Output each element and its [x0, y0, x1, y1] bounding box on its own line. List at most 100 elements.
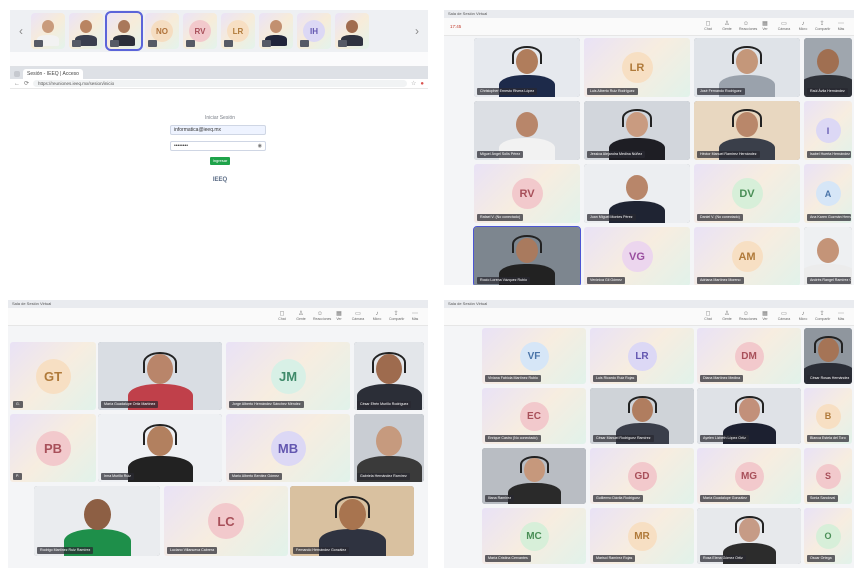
participant-tile[interactable]: Andrés Rangel Ramírez Guzmán — [804, 227, 852, 285]
participant-tile[interactable]: DM Diana Martínez Medina — [697, 328, 801, 384]
participant-tile[interactable]: Raúl Ávila Hernández — [804, 38, 852, 97]
participant-tile[interactable]: RV Rafael V. (No conectado) — [474, 164, 580, 223]
reload-icon[interactable]: ⟳ — [24, 80, 29, 87]
toolbar-label: Más — [837, 316, 845, 321]
participant-tile[interactable]: César Manuel Rodríguez Ramírez — [590, 388, 694, 444]
toolbar-more-button[interactable]: ⋯ Más — [834, 311, 848, 321]
participant-tile[interactable]: EC Enrique Castro (No conectado) — [482, 388, 586, 444]
participant-tile[interactable]: VF Viviana Fabiola Martínez Rubio — [482, 328, 586, 384]
strip-tile[interactable] — [69, 13, 103, 49]
toolbar-view-button[interactable]: ▦ Ver — [758, 21, 772, 31]
participant-tile[interactable]: Gabriela Hernández Ramírez — [354, 414, 424, 482]
toolbar-camera-button[interactable]: ▭ Cámara — [351, 311, 365, 321]
participant-tile[interactable]: LC Luciano Villanueva Cabrera — [164, 486, 288, 556]
photo-head — [346, 20, 358, 33]
participant-tile[interactable]: Irma Murillo Ruiz — [98, 414, 222, 482]
strip-tile[interactable] — [105, 11, 143, 51]
email-field[interactable]: informatica@ieeq.mx — [170, 125, 266, 135]
strip-right-arrow-button[interactable]: › — [410, 24, 424, 38]
toolbar-camera-button[interactable]: ▭ Cámara — [777, 21, 791, 31]
participant-tile[interactable]: MR Marisol Ramírez Rojas — [590, 508, 694, 564]
participant-tile[interactable]: MB Mario Alberto Benítez Gómez — [226, 414, 350, 482]
participant-tile[interactable]: MC María Cristina Cervantes — [482, 508, 586, 564]
participant-tile[interactable]: Fernando Hernández González — [290, 486, 414, 556]
participant-head — [817, 238, 839, 263]
address-bar[interactable]: https://reuniones.ieeq.mx/sesion/inicio — [33, 80, 407, 87]
participant-tile[interactable]: O Oscar Ortega — [804, 508, 852, 564]
participant-tile[interactable]: Jessica Alejandra Medina Núñez — [584, 101, 690, 160]
participant-tile[interactable]: JM Jorge Alberto Hernández Sánchez Méndez — [226, 342, 350, 410]
photo-head — [80, 20, 92, 33]
star-icon[interactable]: ☆ — [411, 80, 416, 87]
strip-left-arrow-button[interactable]: ‹ — [14, 24, 28, 38]
participant-tile[interactable]: MG María Guadalupe González — [697, 448, 801, 504]
password-field[interactable]: •••••••• ◉ — [170, 141, 266, 151]
toolbar-reaction-button[interactable]: ☺ Reacciones — [739, 21, 757, 31]
strip-tile[interactable]: RV — [183, 13, 217, 49]
participant-tile[interactable]: Héctor Manuel Ramírez Hernández — [694, 101, 800, 160]
toolbar-label: Cámara — [777, 26, 791, 31]
participant-tile[interactable]: PB P. — [10, 414, 96, 482]
participant-tile[interactable]: GT G. — [10, 342, 96, 410]
strip-tile[interactable] — [31, 13, 65, 49]
participant-tile[interactable]: María Guadalupe Ortiz Martínez — [98, 342, 222, 410]
toolbar-view-button[interactable]: ▦ Ver — [758, 311, 772, 321]
participant-tile[interactable]: Iliana Ramírez — [482, 448, 586, 504]
toolbar-mic-button[interactable]: ♪ Micro — [370, 311, 384, 321]
participant-tile[interactable]: GD Guillermo Dávila Rodríguez — [590, 448, 694, 504]
toolbar-view-button[interactable]: ▦ Ver — [332, 311, 346, 321]
strip-tile[interactable]: IH — [297, 13, 331, 49]
toolbar-share-button[interactable]: ⇪ Compartir — [815, 21, 830, 31]
participant-tile[interactable]: B Blanca Estela del Toro — [804, 388, 852, 444]
participant-tile[interactable]: César Rosas Hernández — [804, 328, 852, 384]
participant-tile[interactable]: AM Adriana Martínez Moreno — [694, 227, 800, 285]
toolbar-chat-button[interactable]: ◻ Chat — [701, 311, 715, 321]
toolbar-mic-button[interactable]: ♪ Micro — [796, 311, 810, 321]
eye-icon[interactable]: ◉ — [258, 142, 262, 151]
toolbar-people-button[interactable]: ♙ Gente — [720, 311, 734, 321]
participant-name-label: Mario Alberto Benítez Gómez — [229, 473, 282, 480]
strip-tile[interactable]: LR — [221, 13, 255, 49]
participant-tile[interactable]: Juan Miguel Montes Pérez — [584, 164, 690, 223]
participant-tile[interactable]: LR Luis Alberto Ruiz Rodríguez — [584, 38, 690, 97]
profile-icon[interactable]: ● — [420, 81, 424, 87]
toolbar-more-button[interactable]: ⋯ Más — [834, 21, 848, 31]
avatar: B — [815, 403, 841, 429]
strip-tile[interactable]: NO — [145, 13, 179, 49]
participant-tile[interactable]: Rosa Elena Gómez Ortiz — [697, 508, 801, 564]
meeting-toolbar: ◻ Chat ♙ Gente ☺ Reacciones ▦ Ver ▭ Cámara ♪ Micro ⇪… — [8, 308, 428, 326]
submit-button[interactable]: Ingresar — [210, 157, 230, 165]
toolbar-label: Chat — [704, 26, 712, 31]
toolbar-mic-button[interactable]: ♪ Micro — [796, 21, 810, 31]
toolbar-camera-button[interactable]: ▭ Cámara — [777, 311, 791, 321]
participant-tile[interactable]: S Sonia Sandoval — [804, 448, 852, 504]
toolbar-chat-button[interactable]: ◻ Chat — [701, 21, 715, 31]
participant-tile[interactable]: César Efrén Murillo Rodríguez — [354, 342, 424, 410]
participant-tile[interactable]: VG Verónica Gil Gómez — [584, 227, 690, 285]
participant-tile[interactable]: A Ana Karen Guzmán Hernández — [804, 164, 852, 223]
participant-tile[interactable]: DV Daniel V. (No conectado) — [694, 164, 800, 223]
toolbar-share-button[interactable]: ⇪ Compartir — [815, 311, 830, 321]
toolbar-share-button[interactable]: ⇪ Compartir — [389, 311, 404, 321]
toolbar-people-button[interactable]: ♙ Gente — [720, 21, 734, 31]
participant-tile[interactable]: José Fernando Rodríguez — [694, 38, 800, 97]
participant-tile[interactable]: Rodrigo Martínez Ruiz Ramírez — [34, 486, 160, 556]
toolbar-label: Más — [837, 26, 845, 31]
toolbar-reaction-button[interactable]: ☺ Reacciones — [739, 311, 757, 321]
toolbar-reaction-button[interactable]: ☺ Reacciones — [313, 311, 331, 321]
back-icon[interactable]: ← — [14, 81, 20, 87]
strip-tile[interactable] — [259, 13, 293, 49]
toolbar-label: Cámara — [351, 316, 365, 321]
participant-tile[interactable]: Ayelen Lizbeth López Ortiz — [697, 388, 801, 444]
toolbar-chat-button[interactable]: ◻ Chat — [275, 311, 289, 321]
toolbar-more-button[interactable]: ⋯ Más — [408, 311, 422, 321]
participant-tile[interactable]: Miguel Ángel Solís Pérez — [474, 101, 580, 160]
participant-tile[interactable]: LR Luis Ricardo Ruiz Rojas — [590, 328, 694, 384]
participant-tile[interactable]: Rocío Lorena Vázquez Rubio — [473, 226, 581, 285]
browser-tab[interactable]: Sesión - IEEQ | Acceso — [23, 69, 83, 79]
participant-tile[interactable]: Christopher Ernesto Rivera López — [474, 38, 580, 97]
toolbar-people-button[interactable]: ♙ Gente — [294, 311, 308, 321]
participant-tile[interactable]: I Isabel Huerta Hernández — [804, 101, 852, 160]
toolbar-label: Micro — [372, 316, 382, 321]
strip-tile[interactable] — [335, 13, 369, 49]
